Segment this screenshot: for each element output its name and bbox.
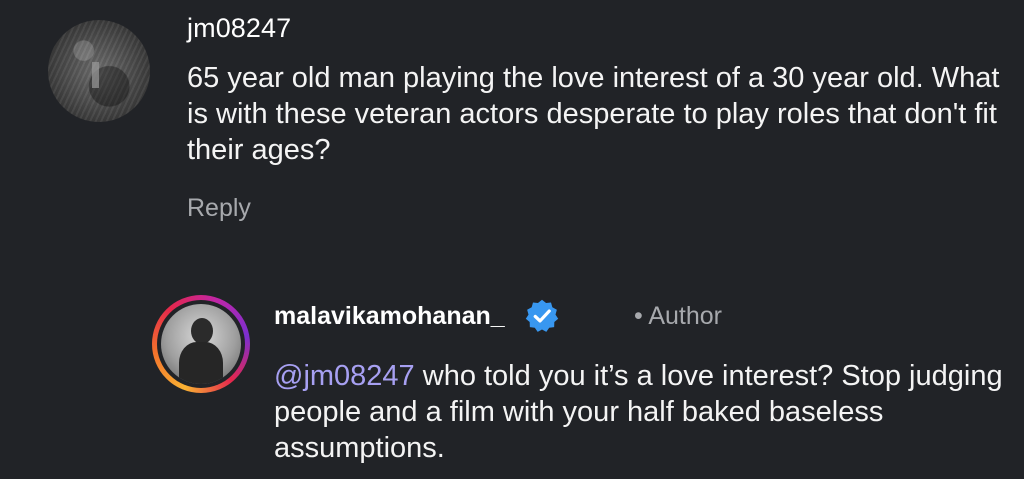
avatar-image-detail bbox=[92, 62, 99, 88]
mention-link[interactable]: @jm08247 bbox=[274, 360, 415, 392]
avatar-ring-gap bbox=[157, 300, 245, 388]
avatar-figure-head bbox=[191, 318, 213, 344]
reply-comment-malavikamohanan: malavikamohanan_ • Author @jm08247 who t… bbox=[152, 290, 1012, 479]
comment-username[interactable]: jm08247 bbox=[187, 13, 291, 44]
reply-button[interactable]: Reply bbox=[187, 194, 251, 223]
comment-jm08247: jm08247 65 year old man playing the love… bbox=[48, 0, 1008, 240]
avatar-figure-body bbox=[179, 342, 223, 384]
verified-badge-icon bbox=[525, 299, 559, 332]
comment-text: @jm08247 who told you it’s a love intere… bbox=[274, 358, 1004, 466]
story-ring[interactable] bbox=[152, 295, 250, 393]
author-badge: • Author bbox=[634, 302, 722, 330]
user-avatar[interactable] bbox=[48, 20, 150, 122]
comment-text: 65 year old man playing the love interes… bbox=[187, 62, 1000, 166]
author-avatar bbox=[161, 304, 241, 384]
comment-username[interactable]: malavikamohanan_ bbox=[274, 302, 505, 331]
